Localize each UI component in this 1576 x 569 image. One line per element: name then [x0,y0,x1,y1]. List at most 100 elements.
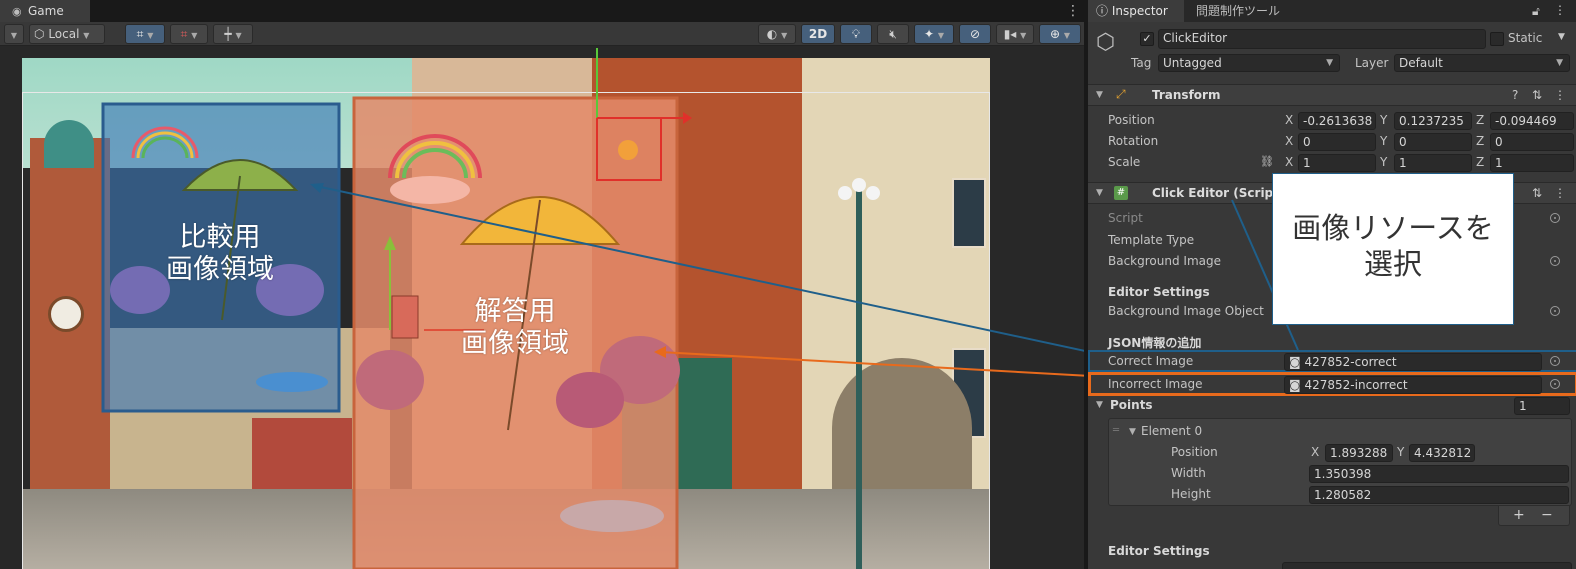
texture-icon: ◙ [1289,355,1301,369]
axis-x: X [1311,445,1320,459]
object-picker-icon[interactable] [1550,379,1560,389]
incorrect-image-field[interactable]: ◙ 427852-incorrect [1284,376,1542,394]
collapse-icon: ▼ [1096,90,1103,100]
mini-building [391,295,419,339]
points-count-field[interactable]: 1 [1514,397,1570,415]
axis-y: Y [1380,113,1388,127]
active-checkbox[interactable]: ✓ [1140,32,1154,46]
json-section-heading: JSON情報の追加 [1108,336,1202,350]
scale-x-field[interactable]: 1 [1298,154,1376,172]
component-menu-icon[interactable]: ⋮ [1554,88,1566,102]
transform-rotation-row: Rotation X 0 Y 0 Z 0 [1088,131,1576,152]
truncated-field[interactable] [1282,562,1572,569]
static-label: Static [1508,31,1543,45]
object-name-field[interactable]: ClickEditor [1158,29,1486,49]
preset-icon[interactable]: ⇅ [1532,186,1542,200]
axis-x: X [1285,134,1294,148]
incorrect-image-value: 427852-incorrect [1304,378,1408,392]
position-y-field[interactable]: 0.1237235 [1394,112,1472,130]
element0-y-field[interactable]: 4.432812 [1409,444,1475,462]
puddle-right [560,500,664,532]
axis-z: Z [1476,113,1485,127]
layer-label: Layer [1355,56,1389,70]
tag-dropdown[interactable]: Untagged ▼ [1158,54,1340,72]
correct-image-value: 427852-correct [1304,355,1397,369]
axis-z: Z [1476,155,1485,169]
object-picker-icon[interactable] [1550,306,1560,316]
axis-y: Y [1397,445,1405,459]
inspector-menu-icon[interactable]: ⋮ [1554,3,1566,17]
background-image-label: Background Image [1108,254,1221,268]
incorrect-image-label: Incorrect Image [1108,377,1203,391]
info-icon: ⓘ [1096,4,1109,18]
help-icon[interactable]: ? [1512,88,1518,102]
element0-height-label: Height [1171,487,1211,501]
axis-x: X [1285,155,1294,169]
points-row[interactable]: ▼ Points 1 [1088,395,1576,416]
tag-value: Untagged [1163,56,1222,70]
rotation-x-field[interactable]: 0 [1298,133,1376,151]
background-image-object-label: Background Image Object [1108,304,1264,318]
add-element-button[interactable]: + [1513,507,1525,523]
object-picker-icon[interactable] [1550,256,1560,266]
rotation-z-field[interactable]: 0 [1490,133,1574,151]
tab-question-tool[interactable]: 問題制作ツール [1188,0,1298,22]
inspector-tab-bar: ⓘ Inspector 問題制作ツール 🔓︎ ⋮ [1088,0,1576,22]
correct-image-field[interactable]: ◙ 427852-correct [1284,353,1542,371]
scale-z-field[interactable]: 1 [1490,154,1574,172]
position-label: Position [1108,113,1155,127]
tab-inspector[interactable]: ⓘ Inspector [1088,0,1184,22]
element0-height-field[interactable]: 1.280582 [1309,486,1569,504]
link-icon[interactable]: ⛓ [1260,155,1274,168]
element0-width-field[interactable]: 1.350398 [1309,465,1569,483]
object-picker-icon[interactable] [1550,356,1560,366]
transform-header[interactable]: ▼ ⤢ Transform ? ⇅ ⋮ [1088,84,1576,106]
transform-scale-row: Scale ⛓ X 1 Y 1 Z 1 [1088,152,1576,173]
collapse-icon: ▼ [1096,400,1103,410]
texture-icon: ◙ [1289,378,1301,392]
editor-settings-heading-2: Editor Settings [1108,544,1210,558]
points-label: Points [1110,398,1153,412]
rotation-label: Rotation [1108,134,1159,148]
collapse-icon: ▼ [1096,188,1103,198]
game-view: ◉ Game ⋮ ▼ ⬡ Local ▼ ⌗ ▼ ⌗ ▼ ┿ ▼ ◐ ▼ 2D 💡… [0,0,1084,569]
bush-right [356,350,424,410]
scale-y-field[interactable]: 1 [1394,154,1472,172]
points-list: ═ ▼ Element 0 Position X 1.893288 Y 4.43… [1108,418,1572,506]
puddle-left [256,372,328,392]
axis-y: Y [1380,155,1388,169]
collapse-icon: ▼ [1129,427,1136,437]
gameobject-cube-icon: ⬡ [1096,30,1116,55]
rotation-y-field[interactable]: 0 [1394,133,1472,151]
component-menu-icon[interactable]: ⋮ [1554,186,1566,200]
callout-text: 画像リソースを 選択 [1292,211,1494,281]
click-editor-title: Click Editor (Script) [1152,186,1285,200]
drag-handle-icon[interactable]: ═ [1113,425,1119,436]
transform-icon: ⤢ [1116,87,1126,101]
position-x-field[interactable]: -0.2613638 [1298,112,1376,130]
correct-image-label: Correct Image [1108,354,1194,368]
script-label: Script [1108,211,1143,225]
axis-x: X [1285,113,1294,127]
layer-dropdown[interactable]: Default ▼ [1394,54,1570,72]
correct-image-row: Correct Image ◙ 427852-correct [1088,350,1576,372]
lock-icon[interactable]: 🔓︎ [1532,4,1540,19]
element0-position-label: Position [1171,445,1218,459]
list-controls: + − [1498,506,1570,526]
answer-region-label: 解答用 画像領域 [461,296,569,359]
tab-inspector-label: Inspector [1111,4,1168,18]
remove-element-button[interactable]: − [1541,507,1553,523]
position-z-field[interactable]: -0.094469 [1490,112,1574,130]
static-checkbox[interactable] [1490,32,1504,46]
template-type-label: Template Type [1108,233,1195,247]
object-picker-icon[interactable] [1550,213,1560,223]
sun-icon [618,140,638,160]
editor-settings-heading: Editor Settings [1108,285,1210,299]
static-dropdown-icon[interactable]: ▼ [1558,32,1565,42]
callout-box: 画像リソースを 選択 [1272,173,1514,325]
element0-x-field[interactable]: 1.893288 [1325,444,1393,462]
element0-label: Element 0 [1141,424,1203,438]
axis-z: Z [1476,134,1485,148]
scale-label: Scale [1108,155,1141,169]
preset-icon[interactable]: ⇅ [1532,88,1542,102]
